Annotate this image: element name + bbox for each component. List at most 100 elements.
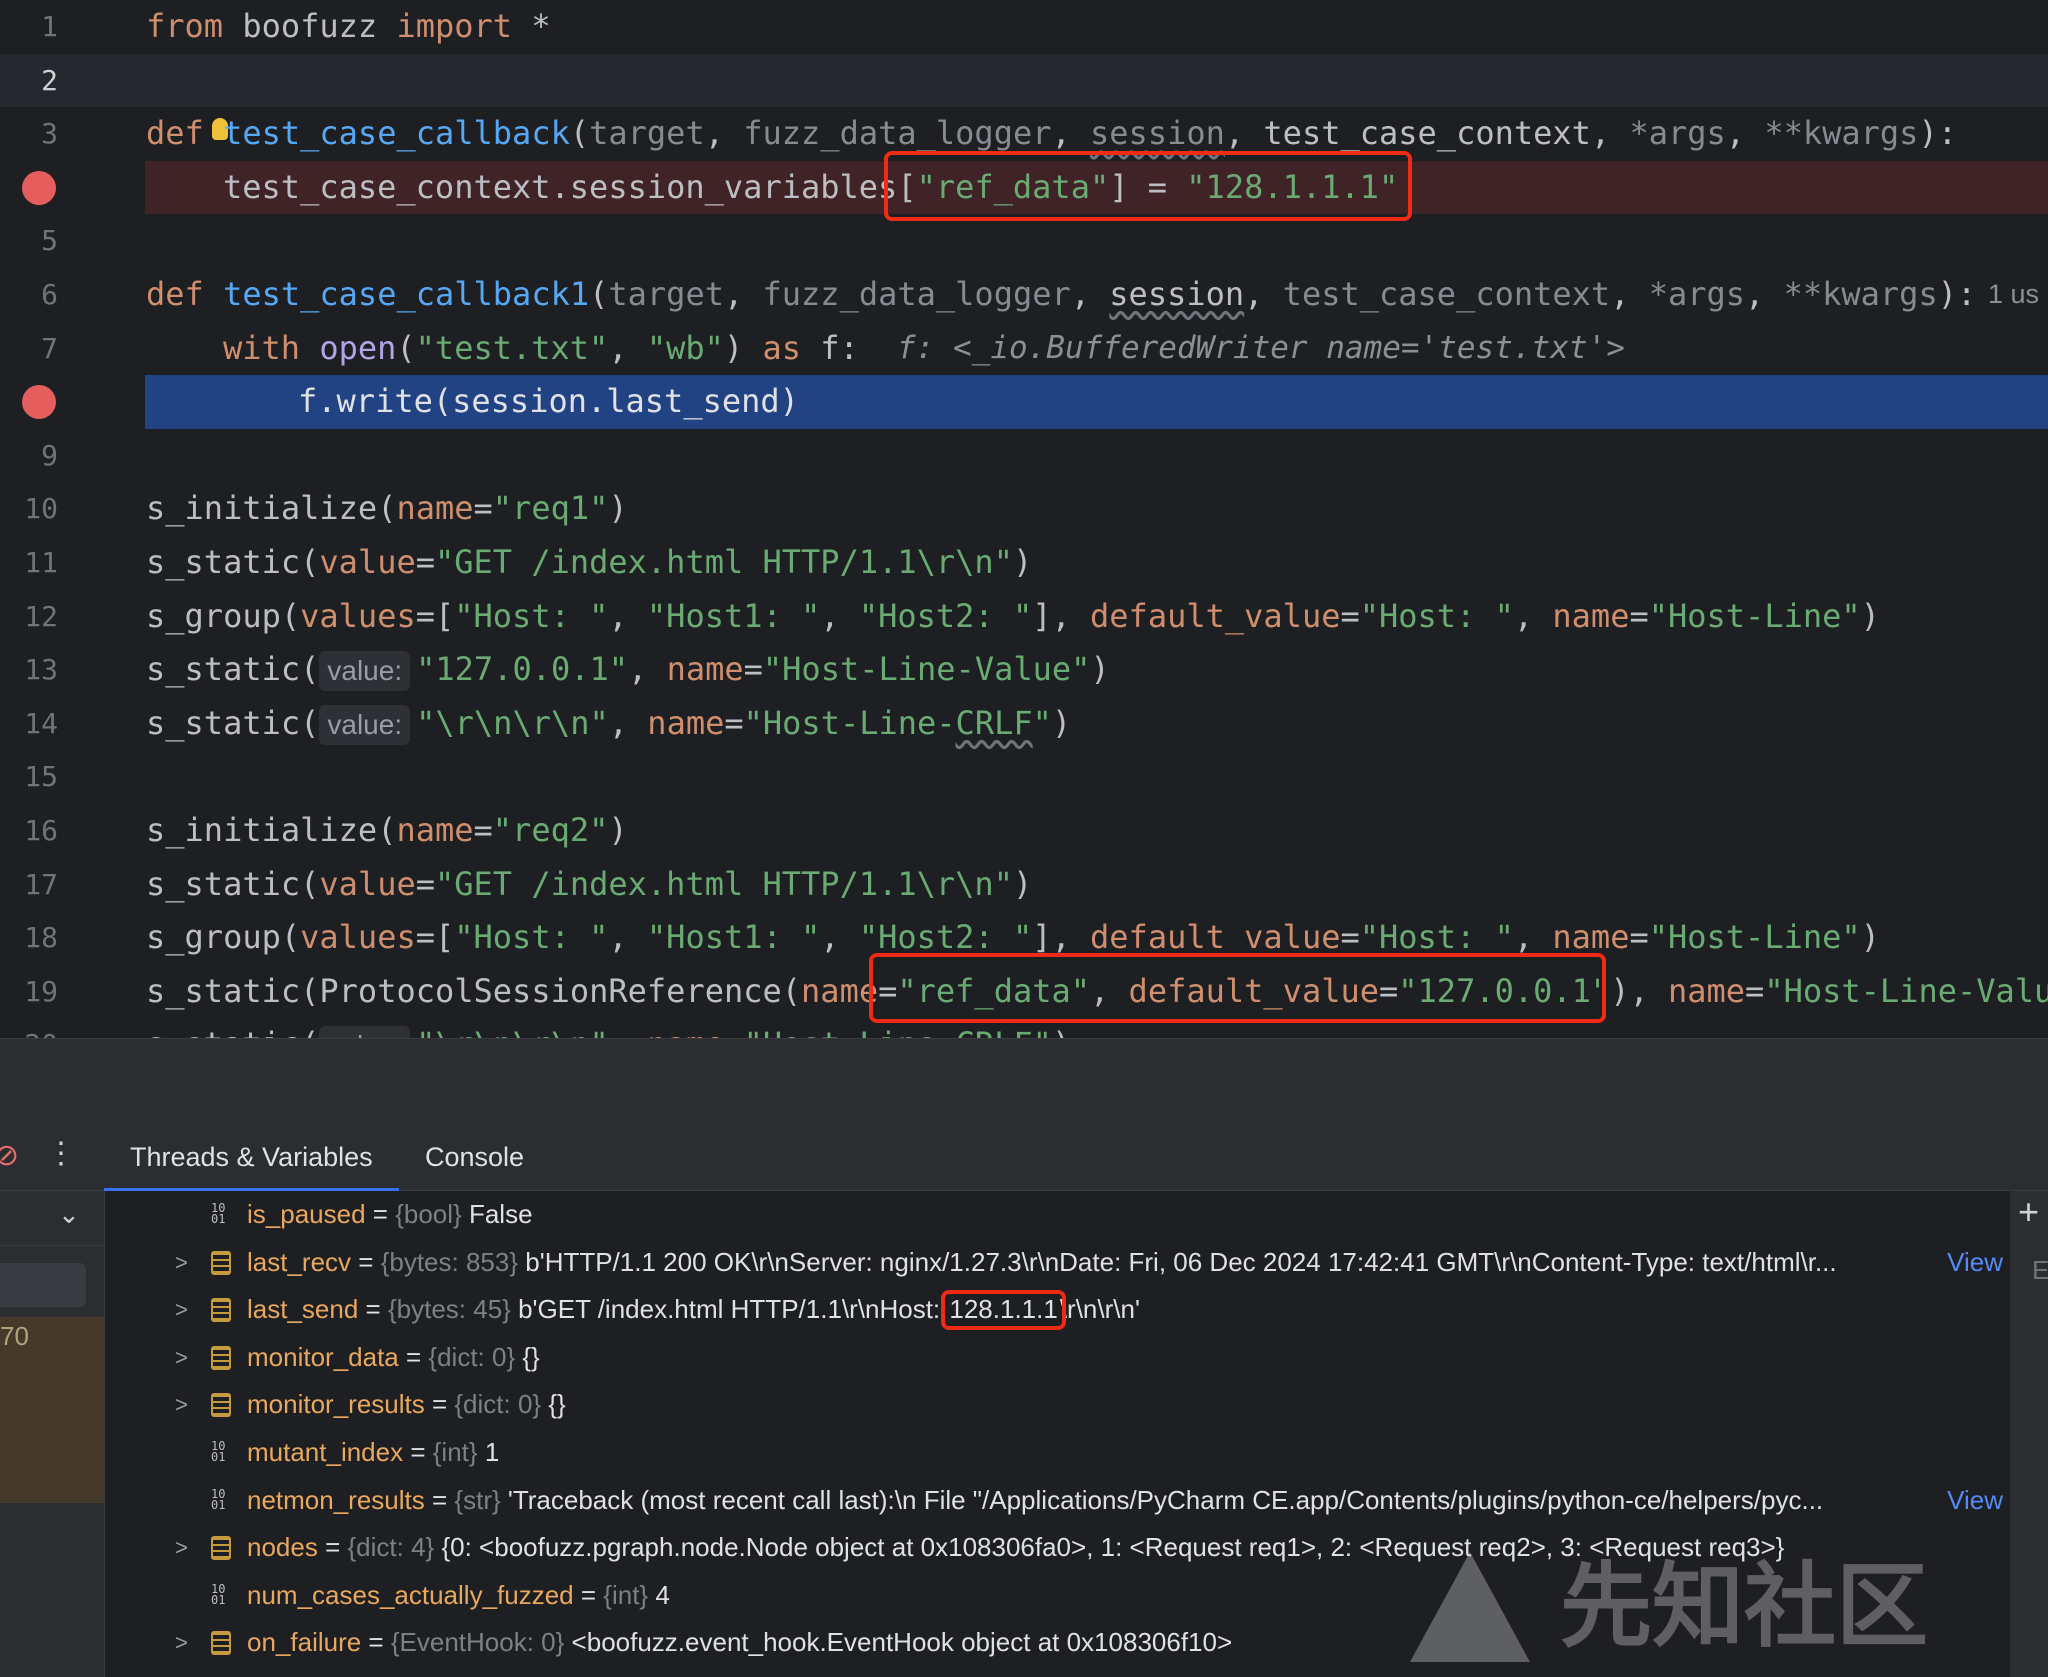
line-number: 15: [24, 760, 58, 794]
line-number: 5: [41, 224, 58, 258]
list-icon: [211, 1536, 231, 1561]
breakpoint-icon[interactable]: [22, 170, 56, 205]
usages-hint[interactable]: 1 us: [1988, 268, 2039, 322]
code-text[interactable]: def test_case_callback1(target, fuzz_dat…: [146, 268, 1976, 322]
code-text[interactable]: f.write(session.last_send): [298, 375, 799, 429]
code-text[interactable]: s_static(value: "127.0.0.1", name="Host-L…: [146, 643, 1110, 697]
code-text[interactable]: s_initialize(name="req2"): [146, 804, 628, 858]
more-options-icon[interactable]: ⋮: [46, 1136, 76, 1171]
code-line[interactable]: 19 s_static(ProtocolSessionReference(nam…: [0, 952, 2048, 1023]
line-number: 12: [24, 599, 58, 633]
variable-text: num_cases_actually_fuzzed = {int} 4: [247, 1579, 670, 1610]
primitive-icon: 10 01: [211, 1581, 226, 1607]
variable-text: is_paused = {bool} False: [247, 1199, 533, 1229]
code-line[interactable]: 10 s_initialize(name="req1"): [0, 482, 2048, 536]
parameter-hint: value:: [319, 1026, 411, 1038]
code-line[interactable]: 16 s_initialize(name="req2"): [0, 804, 2048, 858]
code-text[interactable]: with open("test.txt", "wb") as f:: [223, 322, 859, 376]
code-line[interactable]: 13 s_static(value: "127.0.0.1", name="Hos…: [0, 643, 2048, 697]
variable-row[interactable]: 10 01 is_paused = {bool} False: [105, 1191, 2011, 1239]
thread-selector[interactable]: ⌄: [0, 1191, 104, 1246]
primitive-icon: 10 01: [211, 1486, 226, 1512]
code-line[interactable]: 11 s_static(value="GET /index.html HTTP/…: [0, 536, 2048, 590]
primitive-icon: 10 01: [211, 1201, 226, 1226]
code-line[interactable]: 5: [0, 214, 2048, 268]
chevron-down-icon: ⌄: [58, 1199, 80, 1229]
line-number: 17: [24, 867, 58, 901]
variable-text: last_send = {bytes: 45} b'GET /index.htm…: [247, 1286, 1140, 1334]
expand-arrow-icon[interactable]: >: [175, 1524, 188, 1572]
expand-arrow-icon[interactable]: >: [175, 1619, 188, 1667]
variable-text: monitor_results = {dict: 0} {}: [247, 1389, 566, 1420]
expand-arrow-icon[interactable]: >: [175, 1381, 188, 1429]
code-line[interactable]: 20 s_static(value:"\r\n\r\n", name="Host…: [0, 1018, 2048, 1038]
annotation-box: [941, 1290, 1066, 1330]
variable-row[interactable]: > last_send = {bytes: 45} b'GET /index.h…: [105, 1286, 2011, 1334]
expand-arrow-icon[interactable]: >: [175, 1239, 188, 1287]
line-number: 3: [41, 117, 58, 151]
variable-row[interactable]: 10 01 mutant_index = {int} 1: [105, 1429, 2011, 1477]
line-number: 19: [24, 974, 58, 1008]
line-number: 13: [24, 653, 58, 687]
frame-item[interactable]: 70: [0, 1317, 104, 1503]
parameter-hint: value:: [319, 704, 411, 745]
tab-console[interactable]: Console: [425, 1120, 524, 1190]
code-text[interactable]: s_static(value:"\r\n\r\n", name="Host-Li…: [146, 1018, 1071, 1038]
code-text[interactable]: s_static(value="GET /index.html HTTP/1.1…: [146, 536, 1032, 590]
threads-pane: ⌄ 70: [0, 1191, 104, 1677]
variable-text: on_failure = {EventHook: 0} <boofuzz.eve…: [247, 1627, 1233, 1658]
code-text[interactable]: s_static(value:"\r\n\r\n", name="Host-Li…: [146, 697, 1071, 751]
view-link[interactable]: View: [1947, 1239, 2003, 1287]
code-line[interactable]: 6 def test_case_callback1(target, fuzz_d…: [0, 268, 2048, 322]
code-text[interactable]: s_group(values=["Host: ", "Host1: ", "Ho…: [146, 590, 1880, 644]
list-icon: [211, 1250, 231, 1275]
variable-row[interactable]: > last_recv = {bytes: 853} b'HTTP/1.1 20…: [105, 1239, 2011, 1287]
line-number: 10: [24, 492, 58, 526]
line-number: 2: [41, 63, 58, 97]
line-number: 6: [41, 278, 58, 311]
line-number: 9: [41, 438, 58, 472]
code-line-breakpoint[interactable]: test_case_context.session_variables["ref…: [0, 150, 2048, 221]
code-text[interactable]: s_initialize(name="req1"): [146, 482, 628, 536]
code-editor[interactable]: 1 from boofuzz import * 2 3 def test_cas…: [0, 0, 2048, 1038]
variable-row[interactable]: > monitor_data = {dict: 0} {}: [105, 1334, 2011, 1382]
line-number: 20: [0, 1018, 58, 1038]
expand-arrow-icon[interactable]: >: [175, 1334, 188, 1382]
annotation-box: [884, 150, 1412, 221]
frame-selected[interactable]: [0, 1263, 86, 1307]
code-line[interactable]: 17 s_static(value="GET /index.html HTTP/…: [0, 858, 2048, 912]
code-line-execution-point[interactable]: f.write(session.last_send): [0, 375, 2048, 429]
line-number: 18: [24, 921, 58, 955]
code-line[interactable]: 9: [0, 429, 2048, 483]
panel-splitter[interactable]: [0, 1038, 2048, 1121]
watermark-text: 先知社区: [1560, 1553, 1929, 1660]
mute-breakpoints-icon[interactable]: ⊘: [0, 1138, 19, 1173]
variable-text: monitor_data = {dict: 0} {}: [247, 1341, 540, 1372]
list-icon: [211, 1298, 231, 1323]
line-number: 11: [24, 546, 58, 579]
expand-arrow-icon[interactable]: >: [175, 1286, 188, 1334]
list-icon: [211, 1631, 231, 1656]
view-link[interactable]: View: [1947, 1477, 2003, 1525]
tab-threads-variables[interactable]: Threads & Variables: [104, 1120, 399, 1192]
code-line[interactable]: 1 from boofuzz import *: [0, 0, 2048, 54]
evaluate-label[interactable]: E: [2032, 1255, 2048, 1286]
code-line-current[interactable]: 2: [0, 53, 2048, 108]
variable-row[interactable]: > monitor_results = {dict: 0} {}: [105, 1381, 2011, 1429]
variable-text: netmon_results = {str} 'Traceback (most …: [247, 1484, 1824, 1515]
code-text[interactable]: s_static(value="GET /index.html HTTP/1.1…: [146, 858, 1032, 912]
code-text[interactable]: from boofuzz import *: [146, 0, 551, 54]
breakpoint-icon[interactable]: [22, 385, 56, 420]
code-line[interactable]: 14 s_static(value: "\r\n\r\n", name="Host…: [0, 697, 2048, 751]
watermark-logo-icon: [1410, 1552, 1530, 1662]
parameter-hint: value:: [319, 651, 411, 692]
code-line[interactable]: 7 with open("test.txt", "wb") as f: f: <…: [0, 322, 2048, 376]
code-line[interactable]: 15: [0, 750, 2048, 804]
watermark: 先知社区: [1410, 1552, 2030, 1662]
code-line[interactable]: 12 s_group(values=["Host: ", "Host1: ", …: [0, 590, 2048, 644]
variable-text: mutant_index = {int} 1: [247, 1437, 500, 1467]
add-watch-icon[interactable]: +: [2018, 1191, 2039, 1233]
annotation-box: [869, 952, 1606, 1023]
primitive-icon: 10 01: [211, 1439, 226, 1464]
variable-row[interactable]: 10 01 netmon_results = {str} 'Traceback (…: [105, 1477, 2011, 1525]
